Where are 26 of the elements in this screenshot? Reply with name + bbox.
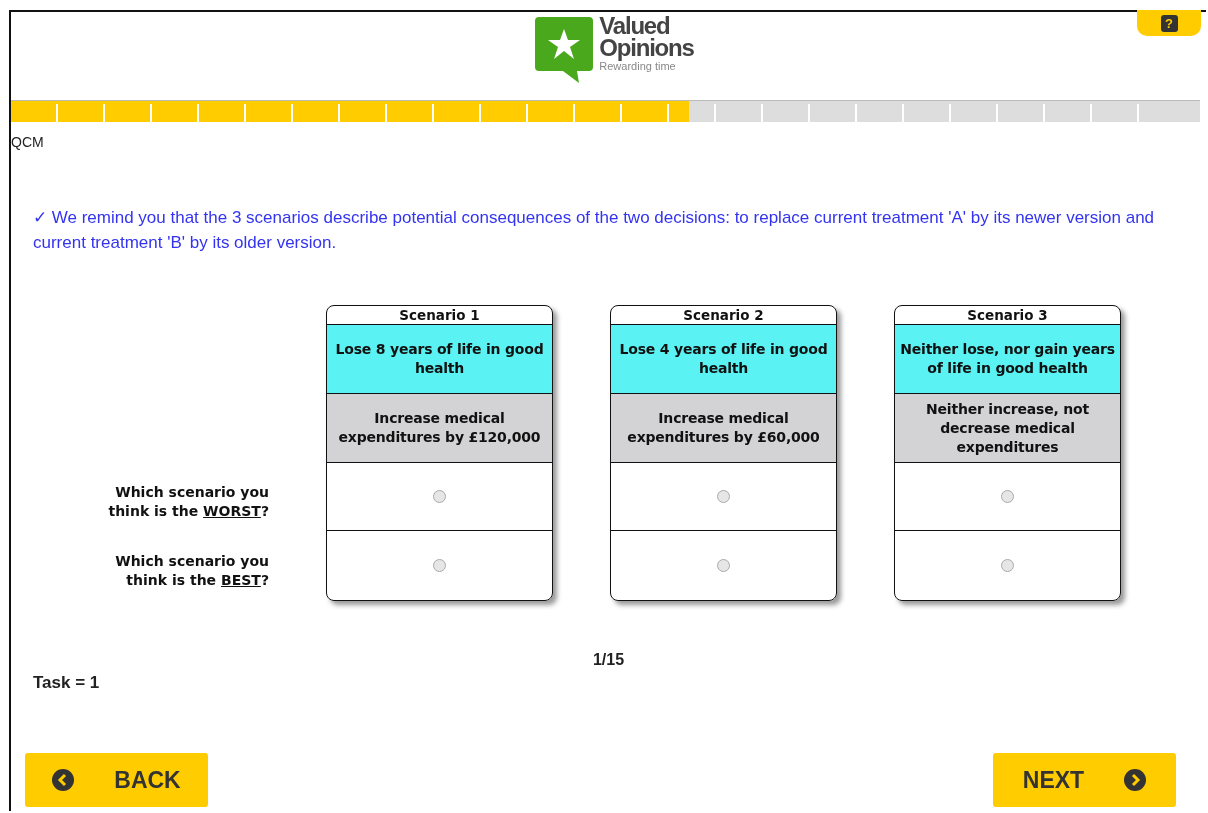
chevron-left-icon: [52, 769, 75, 791]
health-cell: Lose 8 years of life in good health: [327, 325, 552, 394]
logo-tagline: Rewarding time: [599, 60, 676, 73]
help-button[interactable]: ?: [1137, 10, 1201, 36]
cost-cell: Increase medical expenditures by £60,000: [611, 394, 836, 463]
task-label: Task = 1: [33, 673, 101, 693]
logo-text: Valued: [599, 15, 670, 37]
radio-button[interactable]: [1001, 558, 1014, 572]
page-counter: 1/15: [591, 651, 626, 669]
radio-button[interactable]: [433, 558, 446, 572]
section-label: QCM: [11, 134, 45, 150]
radio-button[interactable]: [717, 558, 730, 572]
question-label: Which scenario you think is the WORST?: [107, 483, 269, 521]
chevron-right-icon: [1124, 769, 1147, 791]
radio-button[interactable]: [433, 490, 446, 503]
health-cell: Neither lose, nor gain years of life in good health: [895, 325, 1120, 394]
intro-text: ✓ We remind you that the 3 scenarios describe potential consequences of the two decisions: to replace current treatment 'A' by its newer version and current treatment 'B' by its older version.: [33, 207, 1156, 254]
health-cell: Lose 4 years of life in good health: [611, 325, 836, 394]
radio-button[interactable]: [1001, 490, 1014, 503]
speech-bubble-star-icon: [533, 15, 596, 83]
cost-cell: Neither increase, not decrease medical expenditures: [895, 394, 1120, 463]
cost-cell: Increase medical expenditures by £120,000: [327, 394, 552, 463]
question-label: Which scenario you think is the BEST?: [114, 552, 269, 590]
next-button[interactable]: NEXT: [993, 753, 1176, 807]
radio-button[interactable]: [717, 490, 730, 503]
back-button[interactable]: BACK: [25, 753, 208, 807]
